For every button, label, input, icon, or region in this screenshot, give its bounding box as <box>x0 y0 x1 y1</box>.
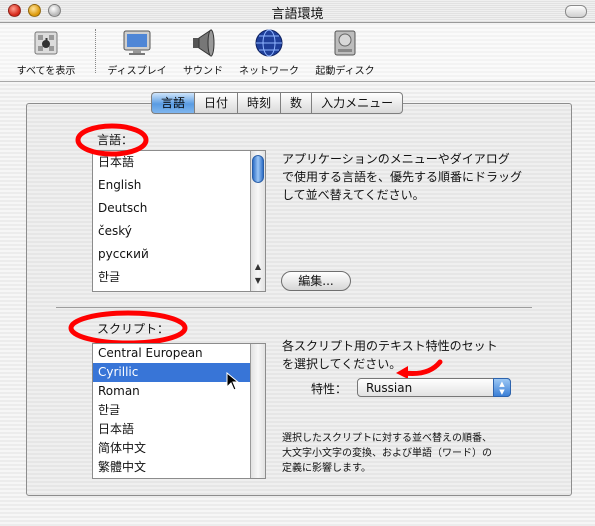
list-item[interactable]: Deutsch <box>93 197 265 220</box>
toolbar-toggle-button[interactable] <box>565 5 587 18</box>
apple-grid-icon <box>34 31 58 55</box>
trait-popup[interactable]: Russian ▲ ▼ <box>357 378 511 397</box>
title-bar: 言語環境 <box>0 0 595 23</box>
tab-numbers[interactable]: 数 <box>280 92 312 114</box>
toolbar-show-all[interactable]: すべてを表示 <box>8 27 84 77</box>
tab-bar: 言語 日付 時刻 数 入力メニュー <box>151 92 404 114</box>
list-item[interactable]: 한글 <box>93 266 265 289</box>
list-item[interactable]: Central European <box>93 344 265 363</box>
list-item[interactable]: 日本語 <box>93 420 265 439</box>
edit-button[interactable]: 編集... <box>281 271 351 291</box>
list-item[interactable]: český <box>93 220 265 243</box>
trait-label: 特性： <box>311 382 348 396</box>
language-list-scrollbar[interactable]: ▲ ▼ <box>250 151 265 291</box>
tab-language[interactable]: 言語 <box>151 92 195 114</box>
tab-date[interactable]: 日付 <box>194 92 238 114</box>
popup-arrows-icon: ▲ ▼ <box>493 378 511 397</box>
annotation-arrow <box>396 359 443 379</box>
scroll-up-arrow-icon[interactable]: ▲ <box>251 261 265 273</box>
toolbar-startup-disk[interactable]: 起動ディスク <box>310 27 380 77</box>
toolbar-separator <box>95 29 96 73</box>
script-list[interactable]: Central European Cyrillic Roman 한글 日本語 简… <box>92 343 266 479</box>
tab-input-menu[interactable]: 入力メニュー <box>311 92 404 114</box>
toolbar-network[interactable]: ネットワーク <box>232 27 306 77</box>
tab-time[interactable]: 時刻 <box>237 92 281 114</box>
scroll-down-arrow-icon[interactable]: ▼ <box>251 275 265 287</box>
script-description: 各スクリプト用のテキスト特性のセット を選択してください。 <box>282 339 498 371</box>
mouse-cursor-icon <box>226 372 240 391</box>
language-list[interactable]: 日本語 English Deutsch český русский 한글 ▲ ▼ <box>92 150 266 292</box>
trait-popup-value: Russian <box>366 381 413 395</box>
globe-icon <box>255 29 283 57</box>
display-icon <box>123 30 151 55</box>
toolbar-sound[interactable]: サウンド <box>178 27 228 77</box>
annotation-circle-language <box>75 123 149 157</box>
disk-icon <box>334 30 356 56</box>
toolbar-display[interactable]: ディスプレイ <box>102 27 172 77</box>
script-list-scrollbar[interactable] <box>250 344 265 478</box>
speaker-icon <box>193 29 215 57</box>
list-item[interactable]: 简体中文 <box>93 439 265 458</box>
scrollbar-thumb[interactable] <box>252 155 264 183</box>
list-item[interactable]: 繁體中文 <box>93 458 265 477</box>
list-item[interactable]: 한글 <box>93 401 265 420</box>
list-item[interactable]: English <box>93 174 265 197</box>
language-description: アプリケーションのメニューやダイアログ で使用する言語を、優先する順番にドラッグ… <box>282 152 523 202</box>
toolbar: すべてを表示 ディスプレイ サウンド ネットワーク 起動ディスク <box>0 23 595 82</box>
script-note: 選択したスクリプトに対する並べ替えの順番、 大文字小文字の変換、および単語（ワー… <box>282 433 492 474</box>
window-title: 言語環境 <box>271 7 324 22</box>
list-item[interactable]: русский <box>93 243 265 266</box>
